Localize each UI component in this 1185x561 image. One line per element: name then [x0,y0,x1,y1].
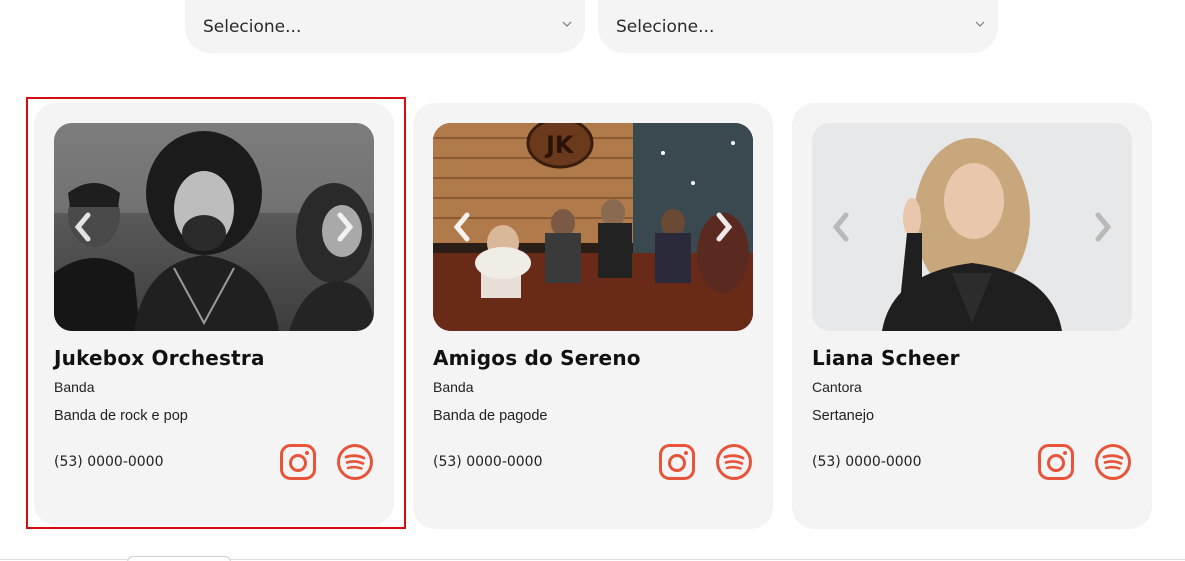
social-links [1037,443,1132,481]
spotify-icon[interactable] [1094,443,1132,481]
chevron-right-icon[interactable] [1088,207,1118,247]
contact-row: (53) 0000-0000 [54,443,374,481]
chevron-right-icon[interactable] [709,207,739,247]
filter-select-1[interactable]: Selecione... [185,0,585,53]
social-links [279,443,374,481]
contact-row: (53) 0000-0000 [433,443,753,481]
chevron-left-icon[interactable] [68,207,98,247]
filter-bar: Selecione... Selecione... [185,0,998,53]
filter-select-value: Selecione... [203,16,302,37]
artist-category: Banda [54,379,95,395]
artist-category: Banda [433,379,474,395]
artist-photo [812,123,1132,331]
artist-photo [54,123,374,331]
instagram-icon[interactable] [279,443,317,481]
artist-phone: (53) 0000-0000 [812,454,922,470]
artist-phone: (53) 0000-0000 [433,454,543,470]
artist-description: Banda de pagode [433,408,548,424]
chevron-down-icon [561,18,573,30]
artist-card[interactable]: JK Amigos do Sereno Banda Banda de pagod… [413,103,773,529]
artist-category: Cantora [812,379,862,395]
spotify-icon[interactable] [336,443,374,481]
artist-card[interactable]: Jukebox Orchestra Banda Banda de rock e … [34,103,394,525]
chevron-left-icon[interactable] [826,207,856,247]
artist-name: Jukebox Orchestra [54,346,265,370]
artist-phone: (53) 0000-0000 [54,454,164,470]
instagram-icon[interactable] [1037,443,1075,481]
bottom-tab[interactable] [127,556,231,561]
chevron-left-icon[interactable] [447,207,477,247]
spotify-icon[interactable] [715,443,753,481]
artist-description: Banda de rock e pop [54,408,188,424]
artist-name: Liana Scheer [812,346,960,370]
social-links [658,443,753,481]
filter-select-2[interactable]: Selecione... [598,0,998,53]
artist-photo: JK [433,123,753,331]
svg-text:JK: JK [544,131,575,159]
artist-name: Amigos do Sereno [433,346,641,370]
chevron-down-icon [974,18,986,30]
artist-card[interactable]: Liana Scheer Cantora Sertanejo (53) 0000… [792,103,1152,529]
instagram-icon[interactable] [658,443,696,481]
artist-description: Sertanejo [812,408,875,424]
chevron-right-icon[interactable] [330,207,360,247]
filter-select-value: Selecione... [616,16,715,37]
contact-row: (53) 0000-0000 [812,443,1132,481]
